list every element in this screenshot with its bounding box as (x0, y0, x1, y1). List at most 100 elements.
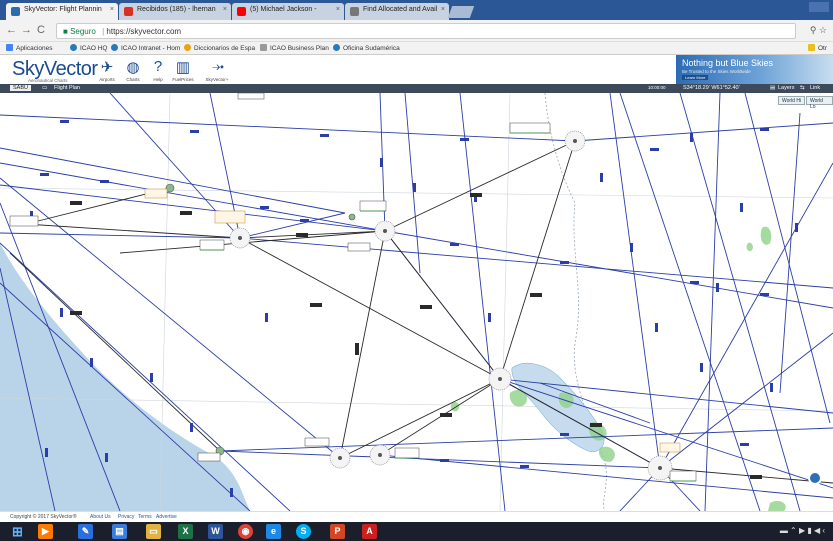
link-button[interactable]: Link (810, 85, 820, 91)
sticky-notes-icon[interactable]: ▤ (112, 524, 127, 539)
ad-subtitle: Be Trusted to the Skies Worldwide (682, 69, 751, 74)
plane-silhouette-icon[interactable]: ⤞ (200, 58, 236, 76)
skype-icon[interactable]: S (296, 524, 311, 539)
flight-plan-icon[interactable]: ▭ (42, 85, 47, 91)
copyright-text: Copyright © 2017 SkyVector® (10, 514, 77, 520)
ocean-area (0, 243, 250, 511)
link-icon[interactable]: ⇆ (800, 85, 805, 91)
bookmark-icao-business[interactable]: ICAO Business Plan (260, 44, 329, 52)
airplane-icon[interactable]: ✈ (96, 58, 118, 76)
skyvector-favicon-icon (11, 7, 20, 16)
cursor-coordinates: S34°18.29' W61°52.40' (683, 85, 740, 91)
folder-icon (808, 44, 815, 51)
bookmark-oficina[interactable]: Oficina Sudamérica (333, 44, 400, 52)
advertisement-banner[interactable]: Nothing but Blue Skies Be Trusted to the… (676, 55, 833, 84)
fuel-icon[interactable]: ▥ (172, 58, 194, 76)
chrome-icon[interactable]: ◉ (238, 524, 253, 539)
help-icon[interactable]: ? (147, 58, 169, 76)
close-tab-icon[interactable]: × (441, 6, 445, 13)
tab-find-allocated[interactable]: Find Allocated and Avail × (345, 3, 449, 20)
bookmark-apps[interactable]: Aplicaciones (6, 44, 53, 52)
chart-canvas (0, 93, 833, 511)
bookmark-icao-intranet[interactable]: ICAO Intranet - Hom (111, 44, 180, 52)
bookmarks-bar: Aplicaciones ICAO HQ ICAO Intranet - Hom… (0, 42, 833, 55)
about-us-link[interactable]: About Us (90, 514, 111, 520)
windows-start-icon[interactable]: ⊞ (10, 524, 25, 539)
tab-gmail[interactable]: Recibidos (185) - lhernan × (119, 3, 231, 20)
edge-icon[interactable]: e (266, 524, 281, 539)
page-footer: Copyright © 2017 SkyVector® About Us Pri… (0, 511, 833, 522)
nav-fuel-label: FuelPrices (172, 77, 194, 82)
security-label: Seguro (70, 27, 96, 36)
ad-title: Nothing but Blue Skies (682, 58, 774, 68)
airport-code-input[interactable]: SABU (10, 85, 31, 91)
forward-icon[interactable]: → (21, 24, 32, 36)
flight-plan-button[interactable]: Flight Plan (54, 85, 80, 91)
bookmark-label: Diccionarios de Espa (194, 45, 256, 52)
lock-icon: ■ (63, 27, 71, 36)
word-icon[interactable]: W (208, 524, 223, 539)
ad-cta-button[interactable]: Learn More (682, 75, 709, 80)
bookmark-label: Aplicaciones (16, 45, 53, 52)
airport-boxes (144, 188, 681, 453)
zoom-level: 10:00:00 (648, 85, 666, 90)
gmail-favicon-icon (124, 7, 133, 16)
tab-youtube[interactable]: (5) Michael Jackson - × (232, 3, 344, 20)
back-icon[interactable]: ← (6, 24, 17, 36)
tab-label: Recibidos (185) - lhernan (137, 6, 216, 13)
apps-grid-icon (6, 44, 13, 51)
nav-skyvectorplus-label: SkyVector+ (205, 77, 229, 82)
other-bookmarks[interactable]: Otr (808, 44, 827, 52)
system-tray-icons[interactable]: ▬ ⌃ ▶ ▮ ◀ ‹ (780, 526, 825, 535)
layers-button[interactable]: Layers (778, 85, 795, 91)
world-hi-button[interactable]: World Hi (778, 96, 806, 105)
bookmark-icao-hq[interactable]: ICAO HQ (70, 44, 107, 52)
privacy-link[interactable]: Privacy (118, 514, 134, 520)
advertise-link[interactable]: Advertise (156, 514, 177, 520)
media-player-icon[interactable]: ▶ (38, 524, 53, 539)
tab-label: (5) Michael Jackson - (250, 6, 317, 13)
explorer-folder-icon[interactable]: ▭ (146, 524, 161, 539)
powerpoint-icon[interactable]: P (330, 524, 345, 539)
bookmark-label: Otr (818, 45, 828, 52)
aeronautical-chart-map[interactable]: World Hi World Lo (0, 93, 833, 511)
address-bar: ← → C ■ Seguro | https://skyvector.com ⚲… (0, 20, 833, 42)
excel-icon[interactable]: X (178, 524, 193, 539)
acrobat-icon[interactable]: A (362, 524, 377, 539)
browser-tab-bar: SkyVector: Flight Plannin × Recibidos (1… (0, 0, 833, 20)
bookmark-label: Oficina Sudamérica (343, 45, 400, 52)
nav-airports-label: Airports (99, 77, 115, 82)
map-toolbar: SABU ▭ Flight Plan 10:00:00 S34°18.29' W… (0, 84, 833, 93)
zoom-icon[interactable]: ⚲ ☆ (810, 25, 827, 36)
frequency-underlines (200, 132, 696, 482)
new-tab-button[interactable] (447, 6, 475, 18)
page-favicon-icon (350, 7, 359, 16)
windows-taskbar: ⊞ ▶ ✎ ▤ ▭ X W ◉ e S P A ▬ ⌃ ▶ ▮ ◀ ‹ (0, 522, 833, 541)
dictionary-icon (184, 44, 191, 51)
page-icon (260, 44, 267, 51)
globe-icon[interactable]: ◍ (122, 58, 144, 76)
bookmark-label: ICAO Intranet - Hom (121, 45, 181, 52)
close-tab-icon[interactable]: × (110, 6, 114, 13)
terms-link[interactable]: Terms (138, 514, 152, 520)
icao-logo-icon (333, 44, 340, 51)
tab-label: Find Allocated and Avail (363, 6, 438, 13)
world-lo-button[interactable]: World Lo (806, 96, 833, 110)
bookmark-diccionarios[interactable]: Diccionarios de Espa (184, 44, 255, 52)
youtube-favicon-icon (237, 7, 246, 16)
paint-icon[interactable]: ✎ (78, 524, 93, 539)
close-tab-icon[interactable]: × (336, 6, 340, 13)
icao-logo-icon (70, 44, 77, 51)
layers-icon[interactable]: ▤ (770, 85, 775, 91)
url-input[interactable]: ■ Seguro | https://skyvector.com (56, 23, 796, 39)
bookmark-label: ICAO Business Plan (270, 45, 329, 52)
icao-logo-icon (111, 44, 118, 51)
bookmark-label: ICAO HQ (80, 45, 108, 52)
nav-help-label: Help (153, 77, 163, 82)
tab-label: SkyVector: Flight Plannin (24, 6, 102, 13)
window-minimize-button[interactable] (809, 2, 829, 12)
reload-icon[interactable]: C (37, 24, 45, 36)
tab-skyvector[interactable]: SkyVector: Flight Plannin × (6, 3, 118, 20)
close-tab-icon[interactable]: × (223, 6, 227, 13)
zoom-control-icon[interactable] (808, 471, 822, 485)
